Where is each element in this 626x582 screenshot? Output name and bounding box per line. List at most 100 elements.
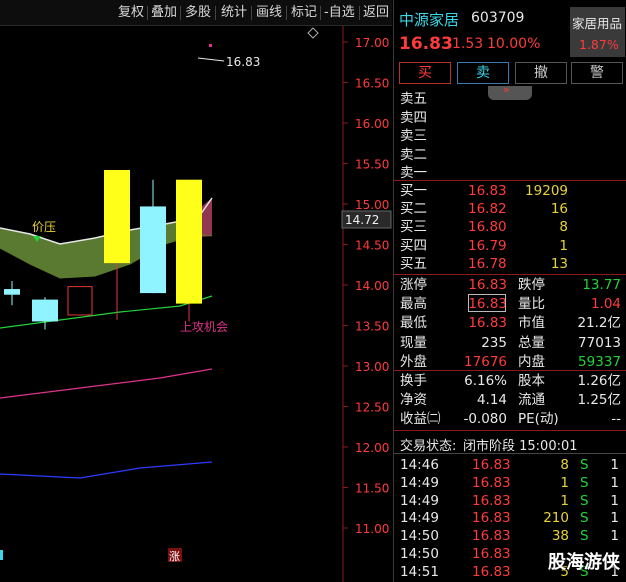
candle-body: [67, 286, 93, 316]
buy-level-volume: 13: [550, 255, 568, 272]
buy-level-row[interactable]: 买五 16.78 13: [394, 255, 626, 273]
tick-row[interactable]: 14:49 16.83 1 S 1: [394, 474, 626, 492]
stat-value: 16.83: [468, 277, 507, 293]
stat-label: 最低: [400, 315, 427, 332]
diamond-icon[interactable]: [307, 27, 319, 39]
buy-button[interactable]: 买: [399, 62, 451, 84]
buy-level-label: 买四: [400, 237, 427, 254]
toolbar-separator: [320, 6, 321, 20]
cancel-order-button[interactable]: 撤: [515, 62, 567, 84]
tick-row[interactable]: 14:46 16.83 8 S 1: [394, 456, 626, 474]
stat-label: 现量: [400, 334, 427, 351]
current-price-label: 14.72: [345, 213, 379, 227]
stock-name[interactable]: 中源家居: [399, 9, 459, 30]
buy-level-price: 16.79: [468, 237, 507, 254]
tick-row[interactable]: 14:49 16.83 1 S 1: [394, 492, 626, 510]
price-axis-label: 12.00: [355, 441, 389, 455]
stat-row: 最高 16.83 量比 1.04: [394, 295, 626, 313]
toolbar-mark[interactable]: 标记: [291, 4, 317, 22]
stat-label: 量比: [518, 296, 545, 313]
stat-label: 最高: [400, 296, 427, 313]
alert-button[interactable]: 警: [571, 62, 623, 84]
tick-count: 1: [610, 528, 619, 545]
last-price: 16.83: [399, 34, 453, 54]
kline-svg: 17.00 16.50 16.00 15.50 15.00 14.50 14.00 13.50…: [0, 26, 392, 582]
sell-level-row[interactable]: 卖三: [394, 127, 626, 145]
sell-button[interactable]: 卖: [457, 62, 509, 84]
tick-price: 16.83: [472, 528, 511, 545]
stat-label: 涨停: [400, 277, 427, 293]
buy-level-label: 买二: [400, 201, 427, 218]
price-axis-label: 11.50: [355, 482, 389, 496]
tick-price: 16.83: [472, 457, 511, 473]
buy-level-volume: 1: [559, 237, 568, 254]
toolbar-draw-line[interactable]: 画线: [256, 4, 282, 22]
stat-label: 净资: [400, 392, 427, 409]
stat-row: 涨停 16.83 跌停 13.77: [394, 276, 626, 294]
stat-label: 市值: [518, 315, 545, 332]
high-value-highlight: [468, 294, 506, 312]
toolbar-back[interactable]: 返回: [363, 4, 389, 22]
price-axis-label: 14.00: [355, 279, 389, 293]
sector-box[interactable]: 家居用品 1.87%: [570, 7, 625, 57]
tick-time: 14:49: [400, 510, 439, 527]
sell-level-label: 卖四: [400, 109, 427, 126]
toolbar-separator: [215, 6, 216, 20]
price-axis-label: 16.00: [355, 117, 389, 131]
buy-level-row[interactable]: 买二 16.82 16: [394, 200, 626, 218]
buy-level-volume: 19209: [525, 183, 568, 199]
toolbar-statistics[interactable]: 统计: [221, 4, 247, 22]
sell-level-row[interactable]: 卖五: [394, 90, 626, 108]
toolbar-separator: [147, 6, 148, 20]
tick-side: S: [580, 474, 589, 491]
tick-time: 14:49: [400, 474, 439, 491]
price-axis: 17.00 16.50 16.00 15.50 15.00 14.50 14.00 13.50…: [343, 36, 389, 536]
trade-status-label: 交易状态:: [400, 439, 457, 454]
buy-level-row[interactable]: 买三 16.80 8: [394, 218, 626, 236]
buy-level-row[interactable]: 买一 16.83 19209: [394, 182, 626, 200]
limit-up-tag: 涨: [169, 550, 180, 563]
stat-row: 换手 6.16% 股本 1.26亿: [394, 372, 626, 390]
tick-count: 1: [610, 457, 619, 473]
buy-level-price: 16.80: [468, 219, 507, 236]
candle-body: [32, 299, 58, 322]
high-dot: [209, 44, 212, 47]
ma-line-pink: [0, 368, 213, 399]
toolbar-separator: [180, 6, 181, 20]
sell-level-row[interactable]: 卖四: [394, 109, 626, 127]
toolbar-self-select[interactable]: -自选: [324, 4, 355, 22]
toolbar-overlay[interactable]: 叠加: [151, 4, 177, 22]
sell-level-label: 卖五: [400, 91, 427, 107]
tick-row[interactable]: 14:50 16.83 38 S 1: [394, 527, 626, 545]
stat-row: 现量 235 总量 77013: [394, 334, 626, 352]
tick-price: 16.83: [472, 563, 511, 580]
price-axis-label: 14.50: [355, 239, 389, 253]
tick-time: 14:46: [400, 457, 439, 473]
tick-volume: 210: [543, 510, 569, 527]
watermark: 股海游侠: [548, 552, 620, 573]
tick-side: S: [580, 528, 589, 545]
quote-panel: 中源家居 603709 家居用品 1.87% 16.83 1.53 10.00%…: [393, 0, 626, 582]
buy-level-row[interactable]: 买四 16.79 1: [394, 237, 626, 255]
stat-value: 13.77: [582, 277, 621, 293]
stat-value: 1.25亿: [577, 392, 621, 409]
sell-level-row[interactable]: 卖二: [394, 146, 626, 164]
stat-label: 换手: [400, 373, 427, 389]
stat-label: 跌停: [518, 277, 545, 293]
buy-level-label: 买三: [400, 219, 427, 236]
stock-code: 603709: [471, 10, 525, 26]
stat-row: 外盘 17676 内盘 59337: [394, 353, 626, 371]
toolbar-restore-rights[interactable]: 复权: [118, 4, 144, 22]
trade-status: 闭市阶段 15:00:01: [463, 439, 578, 454]
orderbook-stats-divider: [394, 274, 626, 275]
toolbar-multi-stock[interactable]: 多股: [185, 4, 211, 22]
tick-count: 1: [610, 492, 619, 509]
price-axis-label: 17.00: [355, 36, 389, 50]
tick-row[interactable]: 14:49 16.83 210 S 1: [394, 509, 626, 527]
toolbar-separator: [251, 6, 252, 20]
tick-volume: 38: [551, 528, 569, 545]
kline-chart[interactable]: 17.00 16.50 16.00 15.50 15.00 14.50 14.00 13.50…: [0, 26, 392, 582]
stat-value: 16.83: [468, 315, 507, 332]
stat-value: 1.04: [590, 296, 621, 313]
tick-count: 1: [610, 510, 619, 527]
